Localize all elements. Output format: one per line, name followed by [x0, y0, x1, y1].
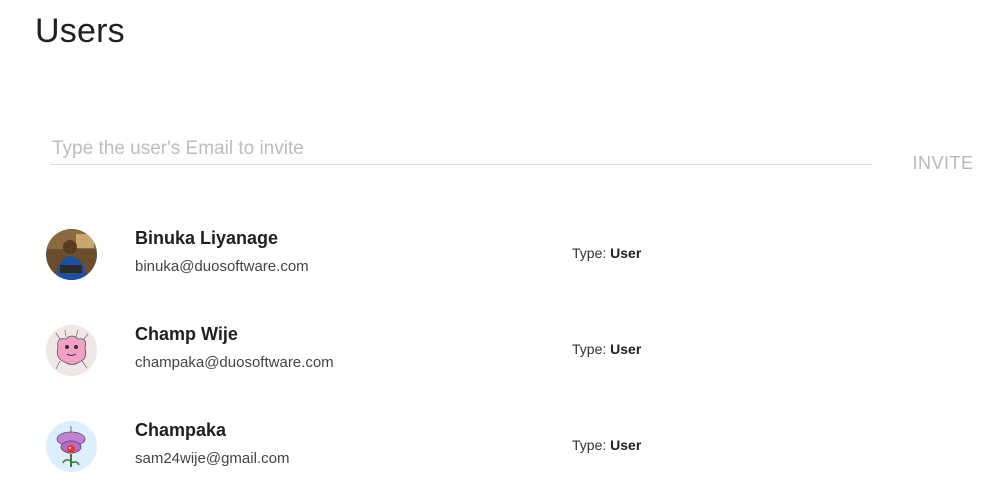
user-type: Type: User: [572, 245, 641, 261]
invite-email-input[interactable]: [50, 133, 872, 165]
photo-avatar-icon: [46, 229, 97, 280]
user-email: sam24wije@gmail.com: [135, 450, 290, 467]
user-avatar: [46, 421, 97, 472]
flower-monster-avatar-icon: [46, 421, 97, 472]
user-email: champaka@duosoftware.com: [135, 354, 334, 371]
user-list-item[interactable]: Champ Wije champaka@duosoftware.com Type…: [0, 324, 989, 394]
user-type-value: User: [610, 341, 642, 357]
user-type-label: Type:: [572, 341, 607, 357]
user-type-value: User: [610, 437, 642, 453]
pink-monster-avatar-icon: [46, 325, 97, 376]
invite-button[interactable]: INVITE: [903, 148, 983, 178]
user-list-item[interactable]: Binuka Liyanage binuka@duosoftware.com T…: [0, 228, 989, 298]
user-name: Binuka Liyanage: [135, 228, 279, 248]
user-type-label: Type:: [572, 437, 607, 453]
user-type-value: User: [610, 245, 642, 261]
user-list-item[interactable]: Champaka sam24wije@gmail.com Type: User: [0, 420, 989, 490]
user-type: Type: User: [572, 437, 641, 453]
page-title: Users: [35, 12, 125, 50]
user-avatar: [46, 325, 97, 376]
user-name: Champaka: [135, 420, 227, 440]
user-type: Type: User: [572, 341, 641, 357]
user-avatar: [46, 229, 97, 280]
user-name: Champ Wije: [135, 324, 238, 344]
user-type-label: Type:: [572, 245, 607, 261]
user-email: binuka@duosoftware.com: [135, 258, 309, 275]
